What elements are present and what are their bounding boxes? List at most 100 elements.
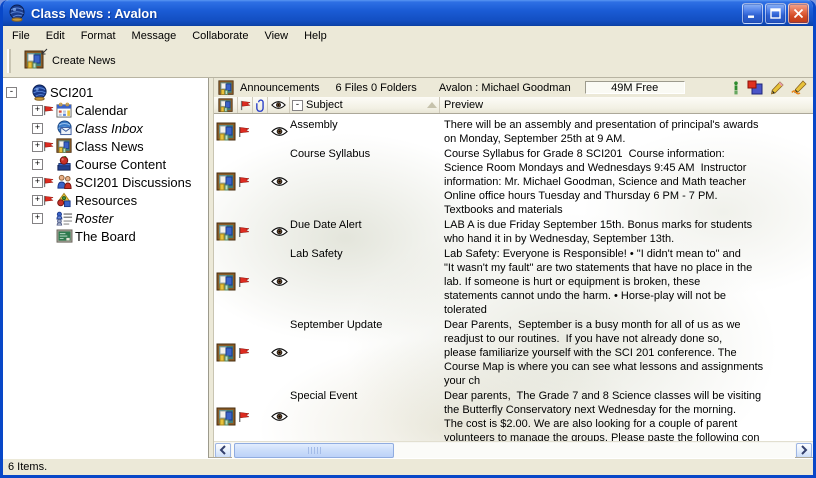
- expand-box[interactable]: +: [32, 195, 43, 206]
- tree-item-label: SCI201 Discussions: [75, 175, 191, 190]
- list-column-headers: - Subject Preview: [214, 97, 813, 114]
- toolbar-grip[interactable]: [7, 49, 12, 73]
- tree-item-roster[interactable]: + Roster: [3, 209, 208, 227]
- files-folders-count: 6 Files 0 Folders: [336, 82, 417, 94]
- tree-item-class-inbox[interactable]: + Class Inbox: [3, 119, 208, 137]
- collapse-all-box[interactable]: -: [292, 100, 303, 111]
- news-item-icon: [214, 217, 238, 246]
- menu-format[interactable]: Format: [73, 28, 124, 44]
- column-viewed[interactable]: [268, 97, 290, 113]
- minimize-icon: [747, 8, 758, 19]
- message-list: Assembly There will be an assembly and p…: [214, 114, 813, 441]
- message-list-pane: Announcements 6 Files 0 Folders Avalon :…: [213, 78, 813, 458]
- expand-box[interactable]: +: [32, 213, 43, 224]
- news-item-icon: [214, 246, 238, 317]
- maximize-icon: [770, 8, 781, 19]
- message-preview: Lab Safety: Everyone is Responsible! • "…: [440, 246, 813, 317]
- scrollbar-track[interactable]: [232, 443, 795, 458]
- message-row[interactable]: Course Syllabus Course Syllabus for Grad…: [214, 146, 813, 217]
- message-preview: LAB A is due Friday September 15th. Bonu…: [440, 217, 813, 246]
- tree-item-resources[interactable]: + Resources: [3, 191, 208, 209]
- collapse-box[interactable]: -: [6, 87, 17, 98]
- chalkboard-icon: [56, 229, 73, 244]
- news-item-icon: [214, 388, 238, 441]
- scrollbar-thumb[interactable]: [234, 443, 394, 458]
- expand-box[interactable]: +: [32, 105, 43, 116]
- flag-icon: [43, 105, 54, 116]
- news-board-icon: [56, 138, 72, 154]
- news-board-icon: [218, 80, 234, 96]
- menu-collaborate[interactable]: Collaborate: [184, 28, 256, 44]
- free-space-gauge: 49M Free: [585, 81, 685, 94]
- tree-item-label: Roster: [75, 211, 113, 226]
- tree-item-label: Resources: [75, 193, 137, 208]
- item-count: 6 Items.: [8, 461, 47, 473]
- create-news-button[interactable]: Create News: [18, 48, 122, 74]
- flag-icon: [238, 217, 253, 246]
- titlebar[interactable]: Class News : Avalon: [3, 0, 813, 26]
- message-subject: Assembly: [290, 117, 440, 146]
- flag-icon: [43, 195, 54, 206]
- roster-icon: [56, 211, 73, 226]
- signature-pen-icon: [791, 80, 807, 95]
- message-subject: Lab Safety: [290, 246, 440, 317]
- palette-icon: [56, 192, 72, 208]
- news-item-icon: [214, 317, 238, 388]
- viewed-eye-icon: [268, 317, 290, 388]
- tree-item-calendar[interactable]: + Calendar: [3, 101, 208, 119]
- menu-help[interactable]: Help: [296, 28, 335, 44]
- expand-box[interactable]: +: [32, 177, 43, 188]
- viewed-eye-icon: [268, 117, 290, 146]
- tree-item-the-board[interactable]: The Board: [3, 227, 208, 245]
- column-flag[interactable]: [238, 97, 253, 113]
- statusbar: 6 Items.: [3, 458, 813, 475]
- flag-icon: [43, 141, 54, 152]
- tree-item-label: Class Inbox: [75, 121, 143, 136]
- expand-box[interactable]: +: [32, 141, 43, 152]
- expand-box[interactable]: +: [32, 159, 43, 170]
- column-subject[interactable]: - Subject: [290, 97, 440, 113]
- main-area: - SCI201 + Calendar + Class Inbox +: [3, 78, 813, 458]
- scroll-right-button[interactable]: [796, 443, 812, 458]
- menu-file[interactable]: File: [4, 28, 38, 44]
- menu-message[interactable]: Message: [124, 28, 185, 44]
- scroll-left-button[interactable]: [215, 443, 231, 458]
- tree-item-course-content[interactable]: + Course Content: [3, 155, 208, 173]
- tree-item-label: Course Content: [75, 157, 166, 172]
- eye-icon: [271, 100, 286, 110]
- message-row[interactable]: Lab Safety Lab Safety: Everyone is Respo…: [214, 246, 813, 317]
- expand-box[interactable]: +: [32, 123, 43, 134]
- paperclip-icon: [255, 99, 266, 112]
- flag-icon: [43, 177, 54, 188]
- tree-item-sci201-discussions[interactable]: + SCI201 Discussions: [3, 173, 208, 191]
- message-row[interactable]: Assembly There will be an assembly and p…: [214, 117, 813, 146]
- maximize-button[interactable]: [765, 3, 786, 24]
- menu-edit[interactable]: Edit: [38, 28, 73, 44]
- horizontal-scrollbar[interactable]: [214, 441, 813, 458]
- tree-item-label: The Board: [75, 229, 136, 244]
- flag-icon: [238, 246, 253, 317]
- flag-icon: [238, 388, 253, 441]
- message-subject: September Update: [290, 317, 440, 388]
- preview-header-label: Preview: [444, 99, 483, 111]
- menu-view[interactable]: View: [256, 28, 296, 44]
- menubar: File Edit Format Message Collaborate Vie…: [3, 26, 813, 45]
- tree-item-class-news[interactable]: + Class News: [3, 137, 208, 155]
- close-button[interactable]: [788, 3, 809, 24]
- tree-item-label: Calendar: [75, 103, 128, 118]
- message-row[interactable]: Special Event Dear parents, The Grade 7 …: [214, 388, 813, 441]
- toolbar: Create News: [3, 45, 813, 78]
- overlapping-squares-icon: [747, 80, 763, 95]
- scrollbar-grip: [308, 447, 321, 454]
- minimize-button[interactable]: [742, 3, 763, 24]
- column-attachment[interactable]: [253, 97, 268, 113]
- message-subject: Due Date Alert: [290, 217, 440, 246]
- tree-item-sci201[interactable]: - SCI201: [3, 83, 208, 101]
- column-item-icon[interactable]: [214, 97, 238, 113]
- conference-title: Announcements: [240, 82, 320, 94]
- message-row[interactable]: Due Date Alert LAB A is due Friday Septe…: [214, 217, 813, 246]
- news-item-icon: [214, 117, 238, 146]
- subject-header-label: Subject: [306, 99, 343, 111]
- column-preview[interactable]: Preview: [440, 97, 813, 113]
- message-row[interactable]: September Update Dear Parents, September…: [214, 317, 813, 388]
